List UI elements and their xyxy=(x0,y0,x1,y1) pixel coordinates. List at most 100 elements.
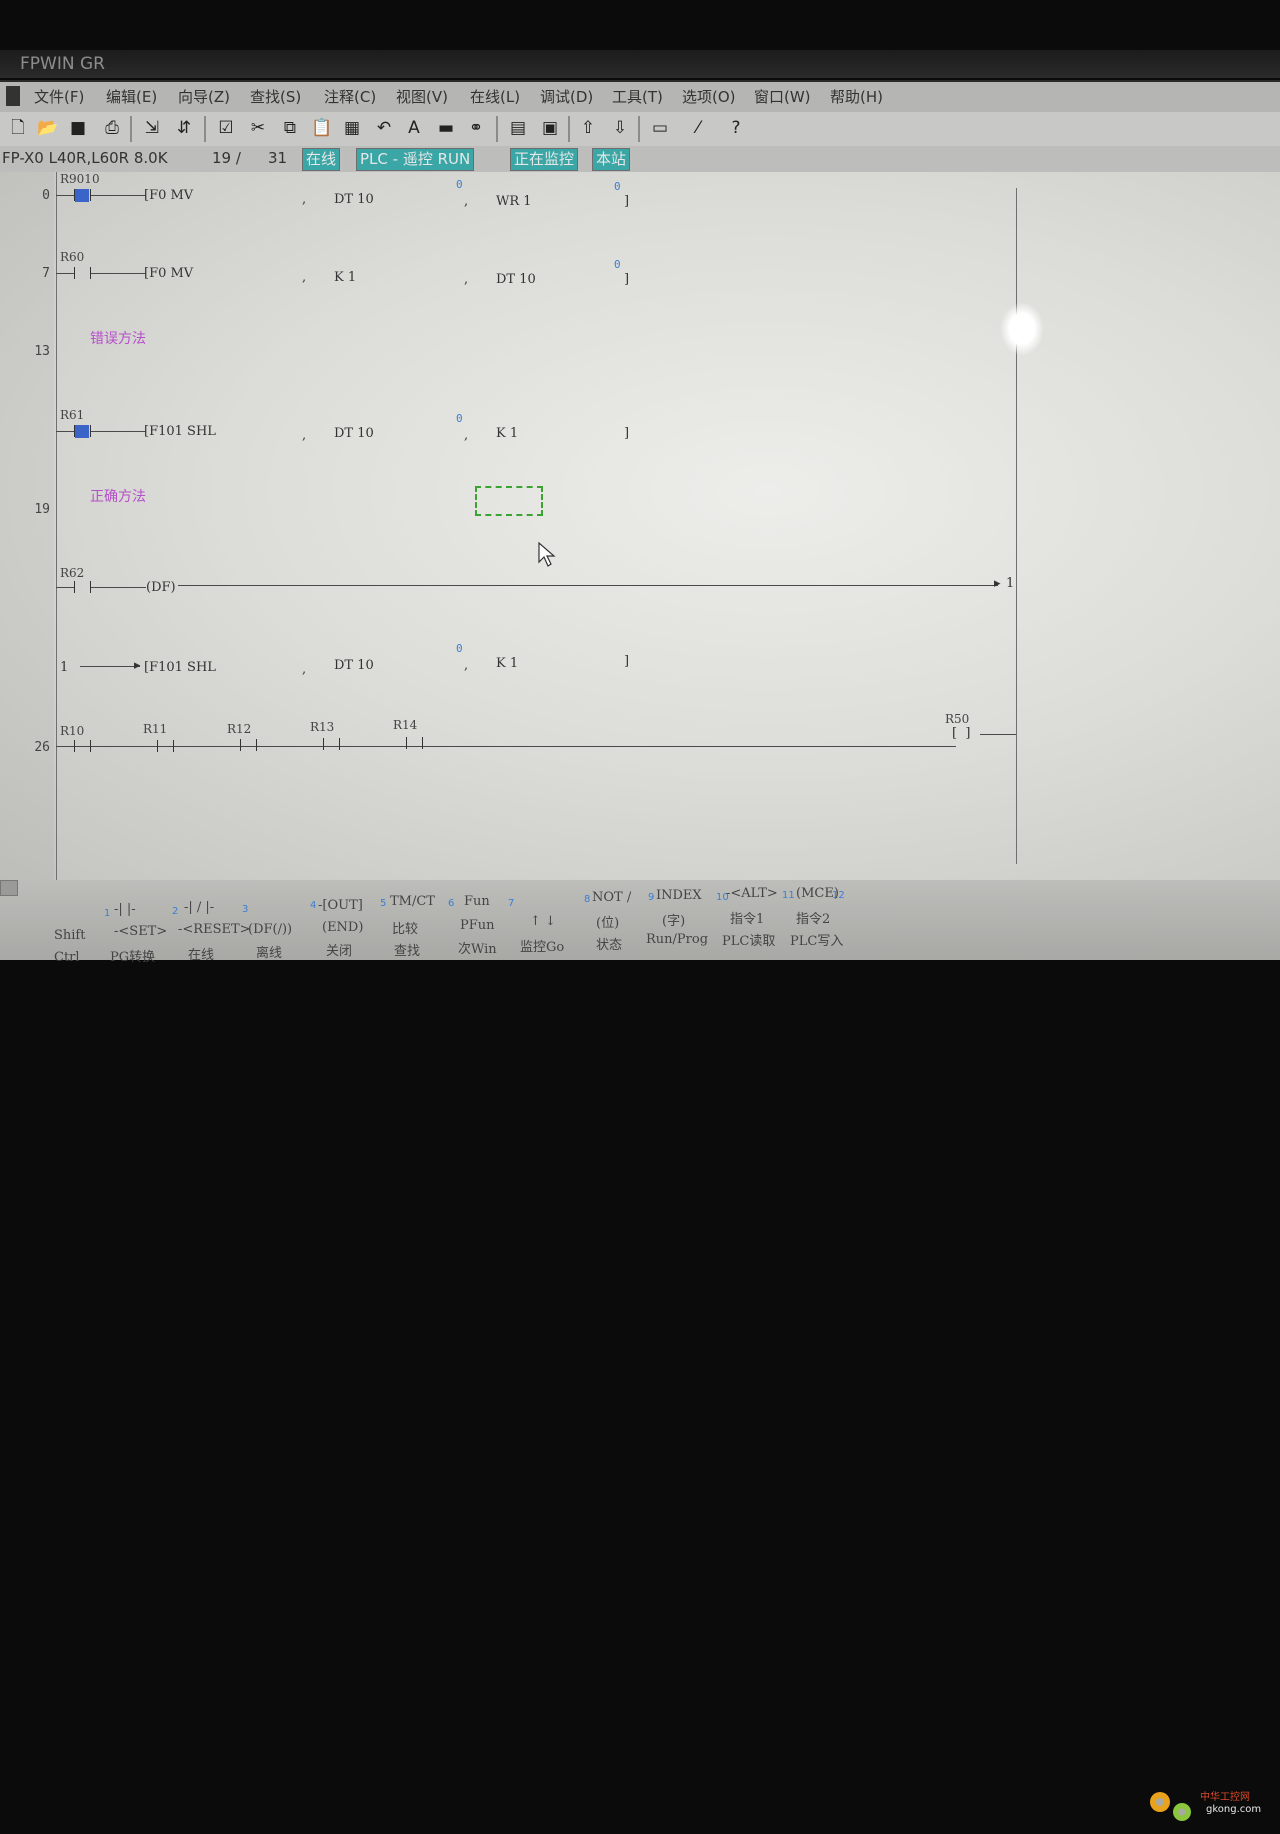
plc-upload-icon[interactable]: ⇧ xyxy=(576,116,600,140)
convert-all-icon[interactable]: ⇵ xyxy=(172,116,196,140)
contact-on xyxy=(75,189,89,202)
new-file-icon[interactable]: 🗋 xyxy=(6,116,30,140)
fkey-out[interactable]: -[OUT] xyxy=(318,898,363,913)
menu-online[interactable]: 在线(L) xyxy=(470,86,520,107)
fkey-word[interactable]: (字) xyxy=(662,910,685,929)
fkey-run-prog[interactable]: Run/Prog xyxy=(646,932,708,947)
fkey-close[interactable]: 关闭 xyxy=(326,940,352,959)
fkey-instr2[interactable]: 指令2 xyxy=(796,908,830,927)
toolbar-separator xyxy=(568,116,570,142)
instruction-close: ] xyxy=(624,426,630,441)
fkey-pg-convert[interactable]: PG转换 xyxy=(110,946,155,965)
cut-icon[interactable]: ✂ xyxy=(246,116,270,140)
check-icon[interactable]: ☑ xyxy=(214,116,238,140)
menu-search[interactable]: 查找(S) xyxy=(250,86,301,107)
wire xyxy=(91,195,146,196)
fkey-up-down[interactable]: ↑ ↓ xyxy=(530,914,556,929)
line-number: 26 xyxy=(34,740,50,755)
operand: DT 10 xyxy=(334,426,374,441)
fkey-monitor-go[interactable]: 监控Go xyxy=(520,936,564,955)
menu-window[interactable]: 窗口(W) xyxy=(754,86,811,107)
print-icon[interactable]: ⎙ xyxy=(100,116,124,140)
online-edit-icon[interactable]: ⁄ xyxy=(686,116,710,140)
line-number: 19 xyxy=(34,502,50,517)
ladder-editor[interactable]: 0 7 13 19 26 R9010 [F0 MV , DT 10 0 , WR… xyxy=(0,172,1280,880)
copy-icon[interactable]: ⧉ xyxy=(278,116,302,140)
fkey-online[interactable]: 在线 xyxy=(188,944,214,963)
fkey-contact-no[interactable]: -| |- xyxy=(114,902,136,917)
wire xyxy=(178,585,998,586)
plc-model-label: FP-X0 L40R,L60R 8.0K xyxy=(2,149,168,167)
scroll-left-button[interactable] xyxy=(0,880,18,896)
fkey-end[interactable]: (END) xyxy=(322,920,363,935)
contact-label: R11 xyxy=(143,722,168,736)
save-icon[interactable]: ■ xyxy=(66,116,90,140)
menu-tools[interactable]: 工具(T) xyxy=(612,86,663,107)
fkey-fun[interactable]: Fun xyxy=(464,894,490,909)
fkey-number: 7 xyxy=(508,898,515,909)
fkey-next-win[interactable]: 次Win xyxy=(458,938,497,957)
menu-help[interactable]: 帮助(H) xyxy=(830,86,883,107)
comment-right-method: 正确方法 xyxy=(90,489,146,505)
help-icon[interactable]: ? xyxy=(724,116,748,140)
left-power-rail xyxy=(56,172,57,880)
instruction: [F101 SHL xyxy=(144,424,216,439)
contact-bar xyxy=(74,581,75,593)
separator: , xyxy=(464,272,469,287)
menu-wizard[interactable]: 向导(Z) xyxy=(178,86,230,107)
window-title: FPWIN GR xyxy=(20,54,105,74)
fkey-plc-read[interactable]: PLC读取 xyxy=(722,930,775,949)
fkey-tm-ct[interactable]: TM/CT xyxy=(390,894,435,909)
menu-view[interactable]: 视图(V) xyxy=(396,86,448,107)
menu-debug[interactable]: 调试(D) xyxy=(540,86,593,107)
fkey-reset[interactable]: -<RESET> xyxy=(178,922,251,937)
instruction-close: ] xyxy=(624,654,630,669)
font-icon[interactable]: A xyxy=(402,116,426,140)
menu-comment[interactable]: 注释(C) xyxy=(324,86,376,107)
contact-bar xyxy=(157,740,158,752)
undo-icon[interactable]: ↶ xyxy=(372,116,396,140)
instruction: [F0 MV xyxy=(144,188,194,203)
fkey-set[interactable]: -<SET> xyxy=(114,924,167,939)
fkey-bit[interactable]: (位) xyxy=(596,912,619,931)
fkey-plc-write[interactable]: PLC写入 xyxy=(790,930,843,949)
menu-edit[interactable]: 编辑(E) xyxy=(106,86,157,107)
menu-file[interactable]: 文件(F) xyxy=(34,86,84,107)
fkey-df[interactable]: (DF(/)) xyxy=(248,922,292,937)
wire xyxy=(56,746,956,747)
pc-icon[interactable]: ▣ xyxy=(538,116,562,140)
fkey-index[interactable]: INDEX xyxy=(656,888,702,903)
edit-cursor[interactable] xyxy=(475,486,543,516)
open-folder-icon[interactable]: 📂 xyxy=(36,116,60,140)
grid-icon[interactable]: ▦ xyxy=(340,116,364,140)
fkey-contact-nc[interactable]: -| / |- xyxy=(184,900,214,915)
fkey-compare[interactable]: 比较 xyxy=(392,918,418,937)
fkey-pfun[interactable]: PFun xyxy=(460,918,495,933)
fkey-offline[interactable]: 离线 xyxy=(256,942,282,961)
convert-icon[interactable]: ⇲ xyxy=(140,116,164,140)
gear-icon xyxy=(1150,1792,1191,1821)
jump-marker: 1 xyxy=(1006,576,1015,591)
monitor-icon[interactable]: ▤ xyxy=(506,116,530,140)
run-icon[interactable]: ▭ xyxy=(648,116,672,140)
fkey-number: 4 xyxy=(310,900,317,911)
online-status-badge: 在线 xyxy=(302,148,341,171)
fkey-not[interactable]: NOT / xyxy=(592,890,631,905)
block-icon[interactable]: ▬ xyxy=(434,116,458,140)
arrow-head: ▸ xyxy=(994,576,1001,591)
menu-options[interactable]: 选项(O) xyxy=(682,86,736,107)
plc-download-icon[interactable]: ⇩ xyxy=(608,116,632,140)
fkey-status[interactable]: 状态 xyxy=(596,934,622,953)
fkey-alt[interactable]: -<ALT> xyxy=(726,886,778,901)
function-key-bar: Shift Ctrl 1 2 3 4 5 6 7 8 9 10 11 12 -|… xyxy=(0,880,1280,1821)
watermark-url: gkong.com xyxy=(1206,1804,1262,1815)
fkey-find[interactable]: 查找 xyxy=(394,940,420,959)
binoculars-icon[interactable]: ⚭ xyxy=(464,116,488,140)
fkey-mce[interactable]: (MCE) xyxy=(796,886,839,901)
wire xyxy=(56,431,74,432)
paste-icon[interactable]: 📋 xyxy=(310,116,334,140)
wire xyxy=(91,431,146,432)
app-icon[interactable] xyxy=(6,86,20,106)
fkey-instr1[interactable]: 指令1 xyxy=(730,908,764,927)
contact-label: R13 xyxy=(310,720,335,734)
